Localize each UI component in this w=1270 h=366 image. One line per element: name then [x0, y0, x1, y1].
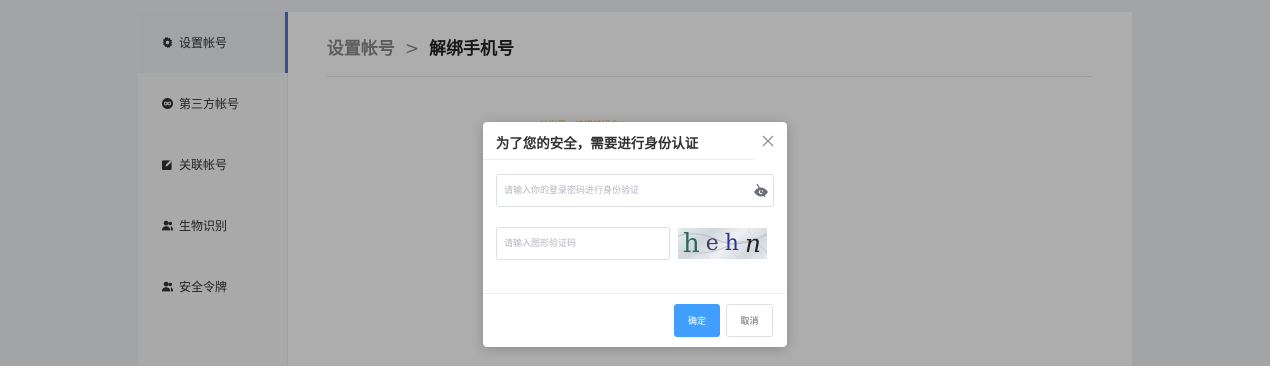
- captcha-char: h: [724, 231, 740, 256]
- close-icon[interactable]: [760, 133, 776, 149]
- captcha-char: n: [744, 229, 763, 258]
- dialog-title-divider: [483, 159, 754, 160]
- captcha-field-wrapper: [496, 227, 670, 260]
- captcha-char: h: [682, 228, 701, 259]
- captcha-text: h e h n: [678, 228, 767, 259]
- dialog-title: 为了您的安全，需要进行身份认证: [496, 136, 699, 152]
- eye-off-icon[interactable]: [753, 183, 769, 199]
- cancel-button[interactable]: 取消: [726, 304, 773, 337]
- identity-verification-dialog: 为了您的安全，需要进行身份认证 h e h n 确定 取消: [483, 122, 787, 347]
- password-input[interactable]: [497, 175, 773, 206]
- confirm-button[interactable]: 确定: [674, 304, 720, 337]
- password-field-wrapper: [496, 174, 774, 207]
- dialog-footer-divider: [483, 293, 787, 294]
- captcha-char: e: [705, 231, 720, 256]
- captcha-input[interactable]: [497, 228, 669, 259]
- captcha-image[interactable]: h e h n: [678, 228, 767, 259]
